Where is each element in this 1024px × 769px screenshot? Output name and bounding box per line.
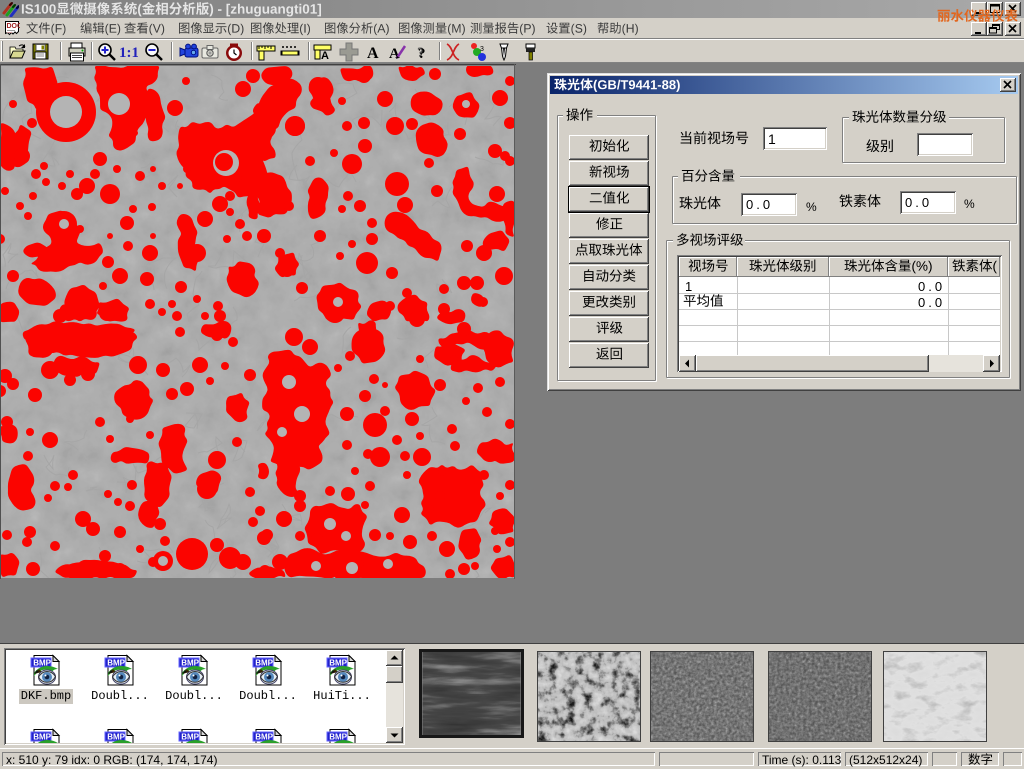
svg-text:1:1: 1:1 bbox=[119, 45, 138, 61]
svg-text:3: 3 bbox=[480, 46, 484, 53]
svg-text:?: ? bbox=[418, 46, 426, 62]
svg-text:A: A bbox=[321, 50, 329, 62]
svg-text:DOC: DOC bbox=[7, 23, 21, 30]
svg-text:A: A bbox=[367, 45, 379, 62]
